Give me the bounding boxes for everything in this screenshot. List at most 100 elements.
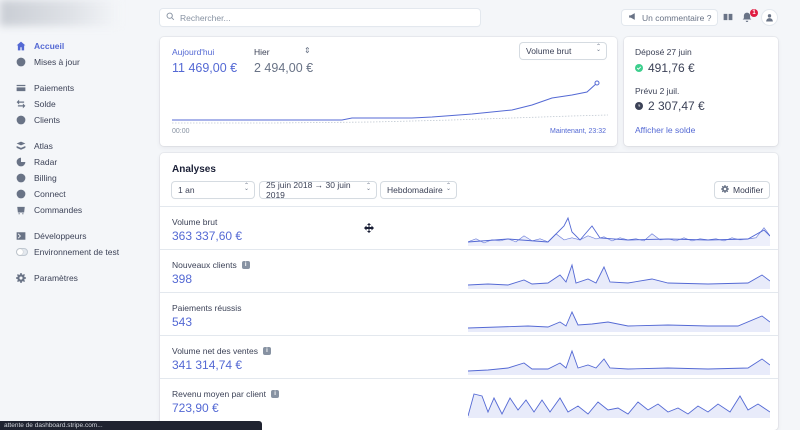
- billing-icon: [16, 173, 26, 183]
- sidebar-item-radar[interactable]: Radar: [16, 154, 156, 170]
- deposited-row: 491,76 €: [635, 61, 695, 75]
- sidebar-item-label: Accueil: [34, 41, 65, 51]
- sparkline-area: [468, 351, 770, 375]
- modify-button[interactable]: Modifier: [715, 182, 770, 198]
- sidebar-item-developers[interactable]: Développeurs: [16, 228, 156, 244]
- sparkline-area: [468, 394, 770, 418]
- card-icon: [16, 83, 26, 93]
- view-balance-link[interactable]: Afficher le solde: [635, 125, 695, 135]
- sparkline: [468, 393, 770, 418]
- search-input[interactable]: [180, 12, 460, 23]
- sidebar-item-balance[interactable]: Solde: [16, 96, 156, 112]
- notification-badge: 1: [750, 9, 758, 17]
- sparkline: [468, 263, 770, 289]
- sparkline-area: [468, 228, 770, 246]
- metric-name: Nouveaux clients i: [172, 260, 250, 270]
- search-bar[interactable]: [160, 9, 480, 26]
- sidebar-item-label: Clients: [34, 115, 60, 125]
- today-point: [594, 80, 600, 86]
- date-range-label: 25 juin 2018 → 30 juin 2019: [266, 180, 351, 200]
- date-range-picker[interactable]: 25 juin 2018 → 30 juin 2019: [260, 180, 376, 200]
- sidebar-item-label: Développeurs: [34, 231, 87, 241]
- feedback-label: Un commentaire ?: [642, 12, 712, 23]
- info-icon[interactable]: i: [271, 390, 280, 398]
- sidebar: Accueil Mises à jour Paiements Solde Cli…: [16, 38, 156, 296]
- sparkline: [468, 310, 770, 332]
- metric-row[interactable]: Nouveaux clients i 398: [160, 249, 778, 292]
- sparkline: [468, 349, 770, 375]
- search-icon: [166, 12, 175, 24]
- sidebar-item-label: Billing: [34, 173, 57, 183]
- radar-icon: [16, 157, 26, 167]
- metric-value: 398: [172, 272, 193, 286]
- metric-value: 341 314,74 €: [172, 358, 243, 372]
- sidebar-item-label: Mises à jour: [34, 57, 80, 67]
- sidebar-item-customers[interactable]: Clients: [16, 112, 156, 128]
- metric-row[interactable]: Paiements réussis 543: [160, 292, 778, 335]
- orders-icon: [16, 205, 26, 215]
- user-icon: [16, 115, 26, 125]
- sidebar-item-updates[interactable]: Mises à jour: [16, 54, 156, 70]
- sidebar-item-label: Solde: [34, 99, 56, 109]
- sparkline-area: [468, 312, 770, 332]
- balance-card: Déposé 27 juin 491,76 € Prévu 2 juil. 2 …: [624, 37, 778, 146]
- connect-icon: [16, 189, 26, 199]
- interval-select[interactable]: Hebdomadaire: [381, 182, 456, 198]
- sidebar-item-label: Radar: [34, 157, 58, 167]
- today-label: Aujourd'hui: [172, 47, 215, 57]
- megaphone-icon: [628, 12, 642, 23]
- metric-select-label: Volume brut: [526, 46, 572, 56]
- metric-value: 363 337,60 €: [172, 229, 243, 243]
- gear-icon: [16, 273, 26, 283]
- today-line: [172, 82, 598, 121]
- metric-name: Revenu moyen par client i: [172, 389, 280, 399]
- docs-icon[interactable]: [723, 12, 733, 22]
- sparkline: [468, 216, 770, 246]
- metric-row[interactable]: Volume brut 363 337,60 €: [160, 206, 778, 249]
- today-chart: [172, 80, 608, 124]
- analyses-card: Analyses 1 an 25 juin 2018 → 30 juin 201…: [160, 153, 778, 430]
- sort-icon[interactable]: ⇕: [304, 46, 311, 55]
- sidebar-item-settings[interactable]: Paramètres: [16, 270, 156, 286]
- sidebar-item-label: Commandes: [34, 205, 83, 215]
- sidebar-item-orders[interactable]: Commandes: [16, 202, 156, 218]
- sidebar-item-label: Paramètres: [34, 273, 78, 283]
- sidebar-item-label: Environnement de test: [34, 247, 120, 257]
- metric-name-text: Volume brut: [172, 217, 218, 227]
- toggle-icon[interactable]: [16, 248, 28, 256]
- analyses-title: Analyses: [172, 164, 216, 175]
- interval-select-label: Hebdomadaire: [387, 185, 443, 195]
- sparkline-path: [468, 263, 770, 286]
- sidebar-item-payments[interactable]: Paiements: [16, 80, 156, 96]
- info-icon[interactable]: i: [263, 347, 272, 355]
- sidebar-item-test-mode[interactable]: Environnement de test: [16, 244, 156, 260]
- metric-select[interactable]: Volume brut: [520, 43, 606, 59]
- metric-row[interactable]: Revenu moyen par client i 723,90 €: [160, 378, 778, 421]
- yesterday-label[interactable]: Hier: [254, 47, 270, 57]
- metric-value: 723,90 €: [172, 401, 219, 415]
- sidebar-item-label: Atlas: [34, 141, 53, 151]
- sidebar-item-label: Connect: [34, 189, 66, 199]
- info-icon[interactable]: i: [241, 261, 250, 269]
- metric-name: Volume net des ventes i: [172, 346, 272, 356]
- sidebar-item-atlas[interactable]: Atlas: [16, 138, 156, 154]
- metric-name: Volume brut: [172, 217, 217, 227]
- deposited-label: Déposé 27 juin: [635, 47, 692, 57]
- yesterday-line: [172, 114, 608, 124]
- metric-name-text: Revenu moyen par client: [172, 389, 267, 399]
- deposited-value: 491,76 €: [648, 61, 695, 75]
- sidebar-item-home[interactable]: Accueil: [16, 38, 156, 54]
- sidebar-item-billing[interactable]: Billing: [16, 170, 156, 186]
- feedback-button[interactable]: Un commentaire ?: [622, 10, 718, 25]
- metric-row[interactable]: Volume net des ventes i 341 314,74 €: [160, 335, 778, 378]
- range-select-label: 1 an: [178, 185, 195, 195]
- avatar[interactable]: [762, 10, 777, 25]
- move-cursor-icon: [364, 223, 374, 233]
- expected-row: 2 307,47 €: [635, 99, 705, 113]
- sparkline-area: [468, 265, 770, 289]
- gear-icon: [721, 185, 733, 195]
- range-select[interactable]: 1 an: [172, 182, 254, 198]
- sidebar-item-connect[interactable]: Connect: [16, 186, 156, 202]
- expected-value: 2 307,47 €: [648, 99, 705, 113]
- transfer-icon: [16, 99, 26, 109]
